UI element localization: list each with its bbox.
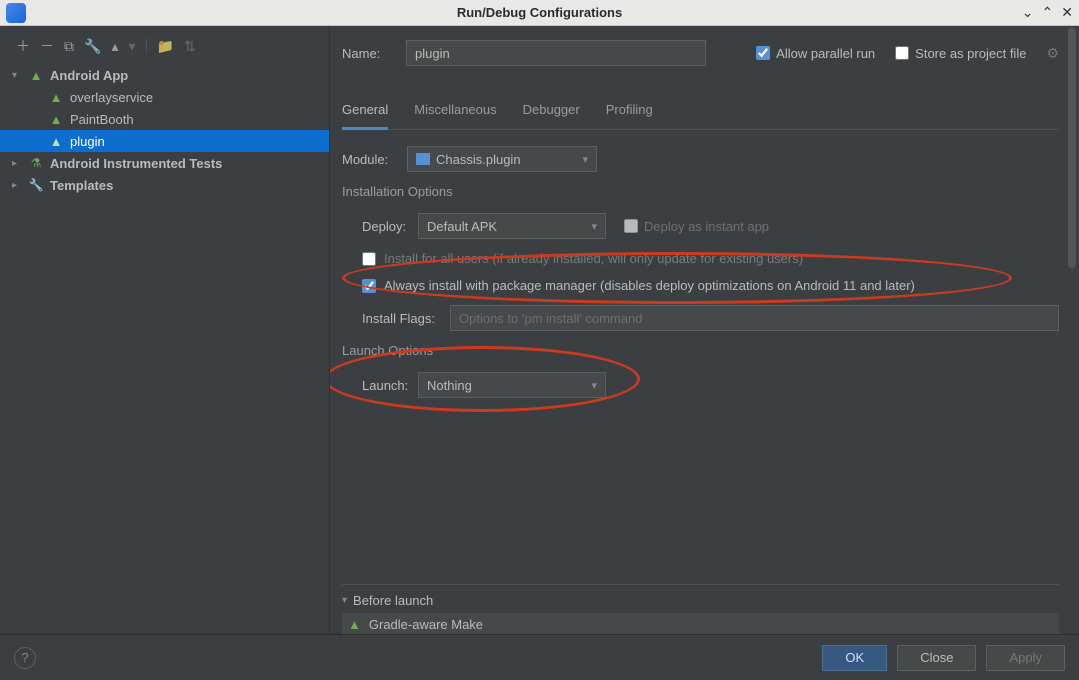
toolbar-separator [146,38,147,54]
before-launch-item[interactable]: ▲ Gradle-aware Make [342,613,1059,634]
chevron-right-icon: ▸ [12,158,24,169]
tree-section-android-app[interactable]: ▾ ▲ Android App [0,64,329,86]
window-title: Run/Debug Configurations [457,5,622,20]
copy-icon[interactable]: ⧉ [64,38,74,55]
tab-debugger[interactable]: Debugger [523,96,580,129]
deploy-combo[interactable]: Default APK [418,213,606,239]
tab-general[interactable]: General [342,96,388,130]
down-icon[interactable]: ▾ [128,38,135,55]
ok-button[interactable]: OK [822,645,887,671]
up-icon[interactable]: ▴ [111,38,118,55]
android-icon: ▲ [48,112,64,127]
launch-value: Nothing [427,378,472,393]
tree-label: Android Instrumented Tests [50,156,222,171]
sidebar-toolbar: ＋ － ⧉ 🔧 ▴ ▾ 📁 ⇅ [0,32,329,64]
minimize-icon[interactable]: ⌄ [1022,4,1034,21]
flask-icon: ⚗ [28,156,44,170]
before-launch-section: ▾ Before launch ▲ Gradle-aware Make [342,584,1059,634]
android-icon: ▲ [48,134,64,149]
footer: ? OK Close Apply [0,634,1079,680]
close-button[interactable]: Close [897,645,976,671]
tab-profiling[interactable]: Profiling [606,96,653,129]
launch-label: Launch: [362,378,418,393]
always-pm-checkbox[interactable]: Always install with package manager (dis… [342,278,1059,293]
install-header: Installation Options [342,184,1059,199]
add-icon[interactable]: ＋ [16,36,30,56]
titlebar: Run/Debug Configurations ⌄ ⌃ ✕ [0,0,1079,26]
tree-section-templates[interactable]: ▸ 🔧 Templates [0,174,329,196]
allow-parallel-box[interactable] [756,46,770,60]
gear-icon[interactable]: ⚙ [1046,45,1059,62]
folder-icon[interactable]: 📁 [157,38,174,55]
tree-section-instrumented[interactable]: ▸ ⚗ Android Instrumented Tests [0,152,329,174]
before-launch-item-label: Gradle-aware Make [369,617,483,632]
chevron-right-icon: ▸ [12,180,24,191]
store-project-box[interactable] [895,46,909,60]
instant-app-checkbox[interactable]: Deploy as instant app [624,219,769,234]
module-combo[interactable]: Chassis.plugin [407,146,597,172]
install-all-users-checkbox[interactable]: Install for all users (if already instal… [342,251,1059,266]
android-icon: ▲ [28,68,44,83]
app-icon [6,3,26,23]
remove-icon[interactable]: － [40,36,54,56]
flags-label: Install Flags: [362,311,450,326]
help-button[interactable]: ? [14,647,36,669]
name-input[interactable] [406,40,706,66]
wrench-icon: 🔧 [28,178,44,192]
maximize-icon[interactable]: ⌃ [1042,4,1054,21]
allow-parallel-label: Allow parallel run [776,46,875,61]
instant-app-label: Deploy as instant app [644,219,769,234]
tree-item-plugin[interactable]: ▲ plugin [0,130,329,152]
apply-button[interactable]: Apply [986,645,1065,671]
all-users-box[interactable] [362,252,376,266]
launch-header: Launch Options [342,343,1059,358]
tree-label: plugin [70,134,105,149]
install-flags-input[interactable] [450,305,1059,331]
tree-label: PaintBooth [70,112,134,127]
close-icon[interactable]: ✕ [1061,4,1073,21]
store-project-label: Store as project file [915,46,1026,61]
tree-item-overlayservice[interactable]: ▲ overlayservice [0,86,329,108]
tabs: General Miscellaneous Debugger Profiling [342,96,1059,130]
all-users-label: Install for all users (if already instal… [384,251,803,266]
sidebar: ＋ － ⧉ 🔧 ▴ ▾ 📁 ⇅ ▾ ▲ Android App ▲ overla… [0,26,330,634]
wrench-icon[interactable]: 🔧 [84,38,101,55]
instant-app-box [624,219,638,233]
config-tree: ▾ ▲ Android App ▲ overlayservice ▲ Paint… [0,64,329,634]
scrollbar-thumb[interactable] [1068,28,1076,268]
chevron-down-icon[interactable]: ▾ [342,595,347,606]
module-value: Chassis.plugin [436,152,521,167]
tree-label: overlayservice [70,90,153,105]
always-pm-label: Always install with package manager (dis… [384,278,915,293]
launch-combo[interactable]: Nothing [418,372,606,398]
store-project-checkbox[interactable]: Store as project file [895,46,1026,61]
android-icon: ▲ [48,90,64,105]
allow-parallel-checkbox[interactable]: Allow parallel run [756,46,875,61]
always-pm-box[interactable] [362,279,376,293]
before-launch-label: Before launch [353,593,433,608]
tree-label: Templates [50,178,113,193]
gradle-icon: ▲ [348,617,361,632]
tree-label: Android App [50,68,128,83]
name-label: Name: [342,46,392,61]
sort-icon[interactable]: ⇅ [184,38,196,55]
tree-item-paintbooth[interactable]: ▲ PaintBooth [0,108,329,130]
scrollbar[interactable] [1067,28,1077,634]
tab-misc[interactable]: Miscellaneous [414,96,496,129]
deploy-value: Default APK [427,219,497,234]
deploy-label: Deploy: [362,219,418,234]
chevron-down-icon: ▾ [12,70,24,81]
main-panel: Name: Allow parallel run Store as projec… [330,26,1079,634]
module-label: Module: [342,152,407,167]
